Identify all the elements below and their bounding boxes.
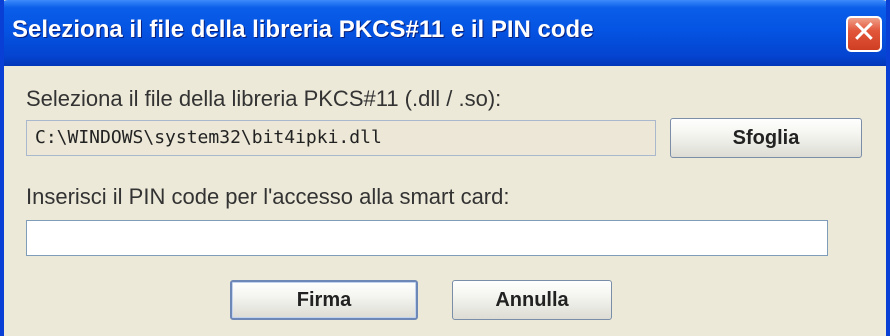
close-button[interactable]: ✕ [846,16,882,52]
pin-input[interactable] [26,220,828,256]
library-file-label: Seleziona il file della libreria PKCS#11… [26,86,502,111]
title-bar[interactable]: Seleziona il file della libreria PKCS#11… [4,0,886,66]
browse-button[interactable]: Sfoglia [670,118,862,158]
cancel-button[interactable]: Annulla [452,280,612,320]
close-icon: ✕ [851,15,877,50]
library-path-field[interactable]: C:\WINDOWS\system32\bit4ipki.dll [26,120,656,156]
pin-label: Inserisci il PIN code per l'accesso alla… [26,184,510,209]
sign-button[interactable]: Firma [230,280,418,320]
dialog-window: Seleziona il file della libreria PKCS#11… [0,0,890,336]
dialog-title: Seleziona il file della libreria PKCS#11… [12,16,594,43]
